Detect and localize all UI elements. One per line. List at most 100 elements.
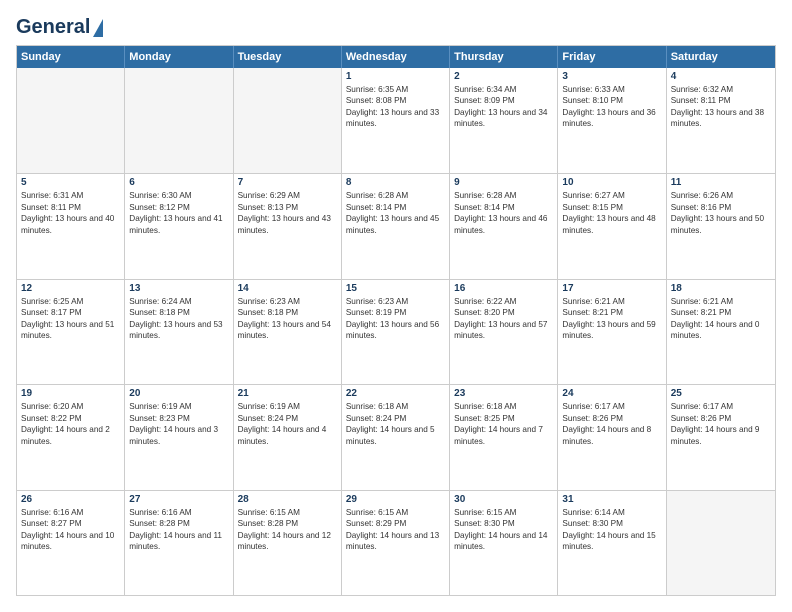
calendar-header-cell: Tuesday (234, 46, 342, 68)
day-number: 22 (346, 388, 445, 399)
day-number: 29 (346, 494, 445, 505)
calendar-cell: 17Sunrise: 6:21 AM Sunset: 8:21 PM Dayli… (558, 280, 666, 384)
calendar-cell: 11 Sunrise: 6:26 AM Sunset: 8:16 PM Dayli… (667, 174, 775, 278)
calendar-row: 1 Sunrise: 6:35 AM Sunset: 8:08 PM Daylig… (17, 68, 775, 173)
calendar-row: 12 Sunrise: 6:25 AM Sunset: 8:17 PM Dayli… (17, 279, 775, 384)
calendar-header-cell: Wednesday (342, 46, 450, 68)
calendar-cell: 25 Sunrise: 6:17 AM Sunset: 8:26 PM Dayli… (667, 385, 775, 489)
day-content: Sunrise: 6:32 AM Sunset: 8:11 PM Dayligh… (671, 84, 771, 130)
day-number: 26 (21, 494, 120, 505)
calendar-cell: 4 Sunrise: 6:32 AM Sunset: 8:11 PM Daylig… (667, 68, 775, 173)
calendar-cell: 6 Sunrise: 6:30 AM Sunset: 8:12 PM Daylig… (125, 174, 233, 278)
calendar-cell: 2 Sunrise: 6:34 AM Sunset: 8:09 PM Daylig… (450, 68, 558, 173)
calendar-row: 26 Sunrise: 6:16 AM Sunset: 8:27 PM Dayli… (17, 490, 775, 595)
day-number: 10 (562, 177, 661, 188)
day-content: Sunrise: 6:25 AM Sunset: 8:17 PM Dayligh… (21, 296, 120, 342)
day-content: Sunrise: 6:35 AM Sunset: 8:08 PM Dayligh… (346, 84, 445, 130)
calendar-cell: 14 Sunrise: 6:23 AM Sunset: 8:18 PM Dayli… (234, 280, 342, 384)
day-number: 24 (562, 388, 661, 399)
calendar-cell: 27Sunrise: 6:16 AM Sunset: 8:28 PM Dayli… (125, 491, 233, 595)
logo-icon (93, 19, 103, 37)
day-number: 7 (238, 177, 337, 188)
day-number: 2 (454, 71, 553, 82)
logo-text-general: General (16, 16, 90, 39)
day-number: 25 (671, 388, 771, 399)
calendar-cell (667, 491, 775, 595)
day-number: 9 (454, 177, 553, 188)
day-content: Sunrise: 6:24 AM Sunset: 8:18 PM Dayligh… (129, 296, 228, 342)
calendar-cell: 28 Sunrise: 6:15 AM Sunset: 8:28 PM Dayli… (234, 491, 342, 595)
calendar-header-cell: Friday (558, 46, 666, 68)
day-content: Sunrise: 6:20 AM Sunset: 8:22 PM Dayligh… (21, 401, 120, 447)
calendar-cell: 15 Sunrise: 6:23 AM Sunset: 8:19 PM Dayli… (342, 280, 450, 384)
calendar-body: 1 Sunrise: 6:35 AM Sunset: 8:08 PM Daylig… (17, 68, 775, 595)
calendar-cell: 16Sunrise: 6:22 AM Sunset: 8:20 PM Dayli… (450, 280, 558, 384)
calendar-cell: 12 Sunrise: 6:25 AM Sunset: 8:17 PM Dayli… (17, 280, 125, 384)
day-content: Sunrise: 6:23 AM Sunset: 8:18 PM Dayligh… (238, 296, 337, 342)
calendar-cell: 23Sunrise: 6:18 AM Sunset: 8:25 PM Dayli… (450, 385, 558, 489)
day-content: Sunrise: 6:17 AM Sunset: 8:26 PM Dayligh… (671, 401, 771, 447)
calendar-cell: 19 Sunrise: 6:20 AM Sunset: 8:22 PM Dayli… (17, 385, 125, 489)
day-content: Sunrise: 6:22 AM Sunset: 8:20 PM Dayligh… (454, 296, 553, 342)
calendar-cell (17, 68, 125, 173)
calendar-cell: 22 Sunrise: 6:18 AM Sunset: 8:24 PM Dayli… (342, 385, 450, 489)
calendar-cell: 3Sunrise: 6:33 AM Sunset: 8:10 PM Daylig… (558, 68, 666, 173)
day-content: Sunrise: 6:30 AM Sunset: 8:12 PM Dayligh… (129, 190, 228, 236)
day-number: 27 (129, 494, 228, 505)
day-content: Sunrise: 6:18 AM Sunset: 8:24 PM Dayligh… (346, 401, 445, 447)
calendar-cell: 30Sunrise: 6:15 AM Sunset: 8:30 PM Dayli… (450, 491, 558, 595)
calendar-cell (234, 68, 342, 173)
calendar-cell: 20 Sunrise: 6:19 AM Sunset: 8:23 PM Dayli… (125, 385, 233, 489)
calendar-cell (125, 68, 233, 173)
calendar-cell: 10Sunrise: 6:27 AM Sunset: 8:15 PM Dayli… (558, 174, 666, 278)
day-number: 5 (21, 177, 120, 188)
calendar-cell: 29 Sunrise: 6:15 AM Sunset: 8:29 PM Dayli… (342, 491, 450, 595)
day-number: 15 (346, 283, 445, 294)
day-number: 4 (671, 71, 771, 82)
day-content: Sunrise: 6:34 AM Sunset: 8:09 PM Dayligh… (454, 84, 553, 130)
day-number: 18 (671, 283, 771, 294)
calendar-header-cell: Thursday (450, 46, 558, 68)
calendar-cell: 31Sunrise: 6:14 AM Sunset: 8:30 PM Dayli… (558, 491, 666, 595)
day-content: Sunrise: 6:19 AM Sunset: 8:24 PM Dayligh… (238, 401, 337, 447)
day-content: Sunrise: 6:28 AM Sunset: 8:14 PM Dayligh… (346, 190, 445, 236)
calendar-cell: 1 Sunrise: 6:35 AM Sunset: 8:08 PM Daylig… (342, 68, 450, 173)
calendar-row: 5 Sunrise: 6:31 AM Sunset: 8:11 PM Daylig… (17, 173, 775, 278)
day-number: 31 (562, 494, 661, 505)
calendar-header-cell: Monday (125, 46, 233, 68)
day-content: Sunrise: 6:29 AM Sunset: 8:13 PM Dayligh… (238, 190, 337, 236)
calendar-row: 19 Sunrise: 6:20 AM Sunset: 8:22 PM Dayli… (17, 384, 775, 489)
day-number: 8 (346, 177, 445, 188)
calendar-cell: 26 Sunrise: 6:16 AM Sunset: 8:27 PM Dayli… (17, 491, 125, 595)
day-content: Sunrise: 6:23 AM Sunset: 8:19 PM Dayligh… (346, 296, 445, 342)
day-number: 30 (454, 494, 553, 505)
day-number: 11 (671, 177, 771, 188)
day-content: Sunrise: 6:21 AM Sunset: 8:21 PM Dayligh… (671, 296, 771, 342)
calendar-cell: 9 Sunrise: 6:28 AM Sunset: 8:14 PM Daylig… (450, 174, 558, 278)
day-number: 19 (21, 388, 120, 399)
page: General SundayMondayTuesdayWednesdayThur… (0, 0, 792, 612)
day-number: 28 (238, 494, 337, 505)
day-content: Sunrise: 6:28 AM Sunset: 8:14 PM Dayligh… (454, 190, 553, 236)
day-number: 14 (238, 283, 337, 294)
day-content: Sunrise: 6:21 AM Sunset: 8:21 PM Dayligh… (562, 296, 661, 342)
calendar-cell: 21 Sunrise: 6:19 AM Sunset: 8:24 PM Dayli… (234, 385, 342, 489)
day-number: 6 (129, 177, 228, 188)
day-number: 12 (21, 283, 120, 294)
calendar-header-cell: Sunday (17, 46, 125, 68)
day-number: 21 (238, 388, 337, 399)
calendar-cell: 13Sunrise: 6:24 AM Sunset: 8:18 PM Dayli… (125, 280, 233, 384)
calendar-cell: 5 Sunrise: 6:31 AM Sunset: 8:11 PM Daylig… (17, 174, 125, 278)
calendar-cell: 18 Sunrise: 6:21 AM Sunset: 8:21 PM Dayli… (667, 280, 775, 384)
day-content: Sunrise: 6:31 AM Sunset: 8:11 PM Dayligh… (21, 190, 120, 236)
day-content: Sunrise: 6:33 AM Sunset: 8:10 PM Dayligh… (562, 84, 661, 130)
day-content: Sunrise: 6:15 AM Sunset: 8:28 PM Dayligh… (238, 507, 337, 553)
day-number: 1 (346, 71, 445, 82)
header: General (16, 16, 776, 35)
day-number: 20 (129, 388, 228, 399)
day-content: Sunrise: 6:26 AM Sunset: 8:16 PM Dayligh… (671, 190, 771, 236)
day-content: Sunrise: 6:15 AM Sunset: 8:29 PM Dayligh… (346, 507, 445, 553)
day-content: Sunrise: 6:16 AM Sunset: 8:27 PM Dayligh… (21, 507, 120, 553)
day-content: Sunrise: 6:18 AM Sunset: 8:25 PM Dayligh… (454, 401, 553, 447)
day-content: Sunrise: 6:19 AM Sunset: 8:23 PM Dayligh… (129, 401, 228, 447)
